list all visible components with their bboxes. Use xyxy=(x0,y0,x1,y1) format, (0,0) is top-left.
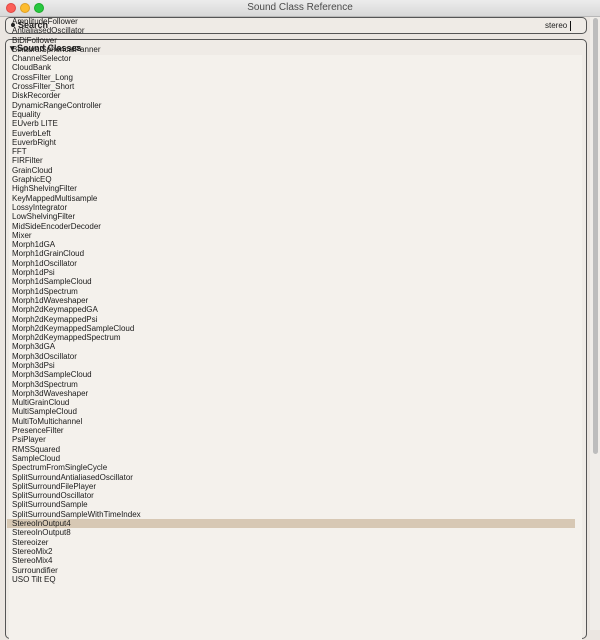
list-item[interactable]: EUverb LITE xyxy=(7,119,575,128)
list-item[interactable]: AntialiasedOscillator xyxy=(7,26,575,35)
list-item[interactable]: SplitSurroundFilePlayer xyxy=(7,482,575,491)
list-item[interactable]: MultiSampleCloud xyxy=(7,407,575,416)
list-item[interactable]: Morph1dSampleCloud xyxy=(7,277,575,286)
list-item[interactable]: PresenceFilter xyxy=(7,426,575,435)
list-item[interactable]: Morph3dGA xyxy=(7,342,575,351)
list-item[interactable]: PsiPlayer xyxy=(7,435,575,444)
sound-class-list: AmplitudeFollower AntialiasedOscillator Bi… xyxy=(7,17,575,584)
list-item[interactable]: SplitSurroundAntialiasedOscillator xyxy=(7,473,575,482)
list-item[interactable]: SplitSurroundSample xyxy=(7,500,575,509)
list-item[interactable]: DynamicRangeController xyxy=(7,101,575,110)
list-item[interactable]: Stereoizer xyxy=(7,538,575,547)
list-item[interactable]: MultiGrainCloud xyxy=(7,398,575,407)
list-item[interactable]: StereoMix4 xyxy=(7,556,575,565)
window-title: Sound Class Reference xyxy=(247,2,353,13)
list-item[interactable]: CrossFilter_Long xyxy=(7,73,575,82)
list-item[interactable]: Morph2dKeymappedGA xyxy=(7,305,575,314)
list-item[interactable]: Equality xyxy=(7,110,575,119)
list-item[interactable]: KeyMappedMultisample xyxy=(7,194,575,203)
list-item[interactable]: LossyIntegrator xyxy=(7,203,575,212)
list-item[interactable]: USO Tilt EQ xyxy=(7,575,575,584)
list-item[interactable]: StereoInOutput8 xyxy=(7,528,575,537)
list-item[interactable]: Morph3dWaveshaper xyxy=(7,389,575,398)
list-item[interactable]: LowShelvingFilter xyxy=(7,212,575,221)
list-item[interactable]: FFT xyxy=(7,147,575,156)
list-item[interactable]: Morph2dKeymappedSampleCloud xyxy=(7,324,575,333)
list-item[interactable]: MultiToMultichannel xyxy=(7,417,575,426)
list-item[interactable]: Surroundifier xyxy=(7,566,575,575)
list-item[interactable]: Morph1dSpectrum xyxy=(7,287,575,296)
list-item[interactable]: GrainCloud xyxy=(7,166,575,175)
list-item[interactable]: SplitSurroundSampleWithTimeIndex xyxy=(7,510,575,519)
list-item[interactable]: Morph1dGrainCloud xyxy=(7,249,575,258)
list-item[interactable]: Morph3dSampleCloud xyxy=(7,370,575,379)
scrollbar-thumb[interactable] xyxy=(593,18,598,454)
list-item[interactable]: EuverbRight xyxy=(7,138,575,147)
list-item[interactable]: SplitSurroundOscillator xyxy=(7,491,575,500)
list-item-selected[interactable]: StereoInOutput4 xyxy=(7,519,575,529)
list-item[interactable]: RMSSquared xyxy=(7,445,575,454)
list-item[interactable]: StereoMix2 xyxy=(7,547,575,556)
list-item[interactable]: HighShelvingFilter xyxy=(7,184,575,193)
list-item[interactable]: ChannelSelector xyxy=(7,54,575,63)
list-item[interactable]: Morph1dGA xyxy=(7,240,575,249)
list-item[interactable]: Mixer xyxy=(7,231,575,240)
list-item[interactable]: Morph3dSpectrum xyxy=(7,380,575,389)
list-item[interactable]: Morph1dWaveshaper xyxy=(7,296,575,305)
list-item[interactable]: EuverbLeft xyxy=(7,129,575,138)
list-item[interactable]: CrossFilter_Short xyxy=(7,82,575,91)
list-item[interactable]: Morph3dPsi xyxy=(7,361,575,370)
list-item[interactable]: Morph1dPsi xyxy=(7,268,575,277)
title-bar: Sound Class Reference xyxy=(0,0,600,17)
list-item[interactable]: Morph1dOscillator xyxy=(7,259,575,268)
list-item[interactable]: FIRFilter xyxy=(7,156,575,165)
list-item[interactable]: Morph2dKeymappedPsi xyxy=(7,315,575,324)
list-item[interactable]: CloudBank xyxy=(7,63,575,72)
list-item[interactable]: SampleCloud xyxy=(7,454,575,463)
list-item[interactable]: Morph2dKeymappedSpectrum xyxy=(7,333,575,342)
list-item[interactable]: MidSideEncoderDecoder xyxy=(7,222,575,231)
list-item[interactable]: Morph3dOscillator xyxy=(7,352,575,361)
list-item[interactable]: BinauralSphericalPanner xyxy=(7,45,575,54)
list-item[interactable]: GraphicEQ xyxy=(7,175,575,184)
list-item[interactable]: AmplitudeFollower xyxy=(7,17,575,26)
list-item[interactable]: SpectrumFromSingleCycle xyxy=(7,463,575,472)
list-item[interactable]: BiDiFollower xyxy=(7,36,575,45)
list-item[interactable]: DiskRecorder xyxy=(7,91,575,100)
